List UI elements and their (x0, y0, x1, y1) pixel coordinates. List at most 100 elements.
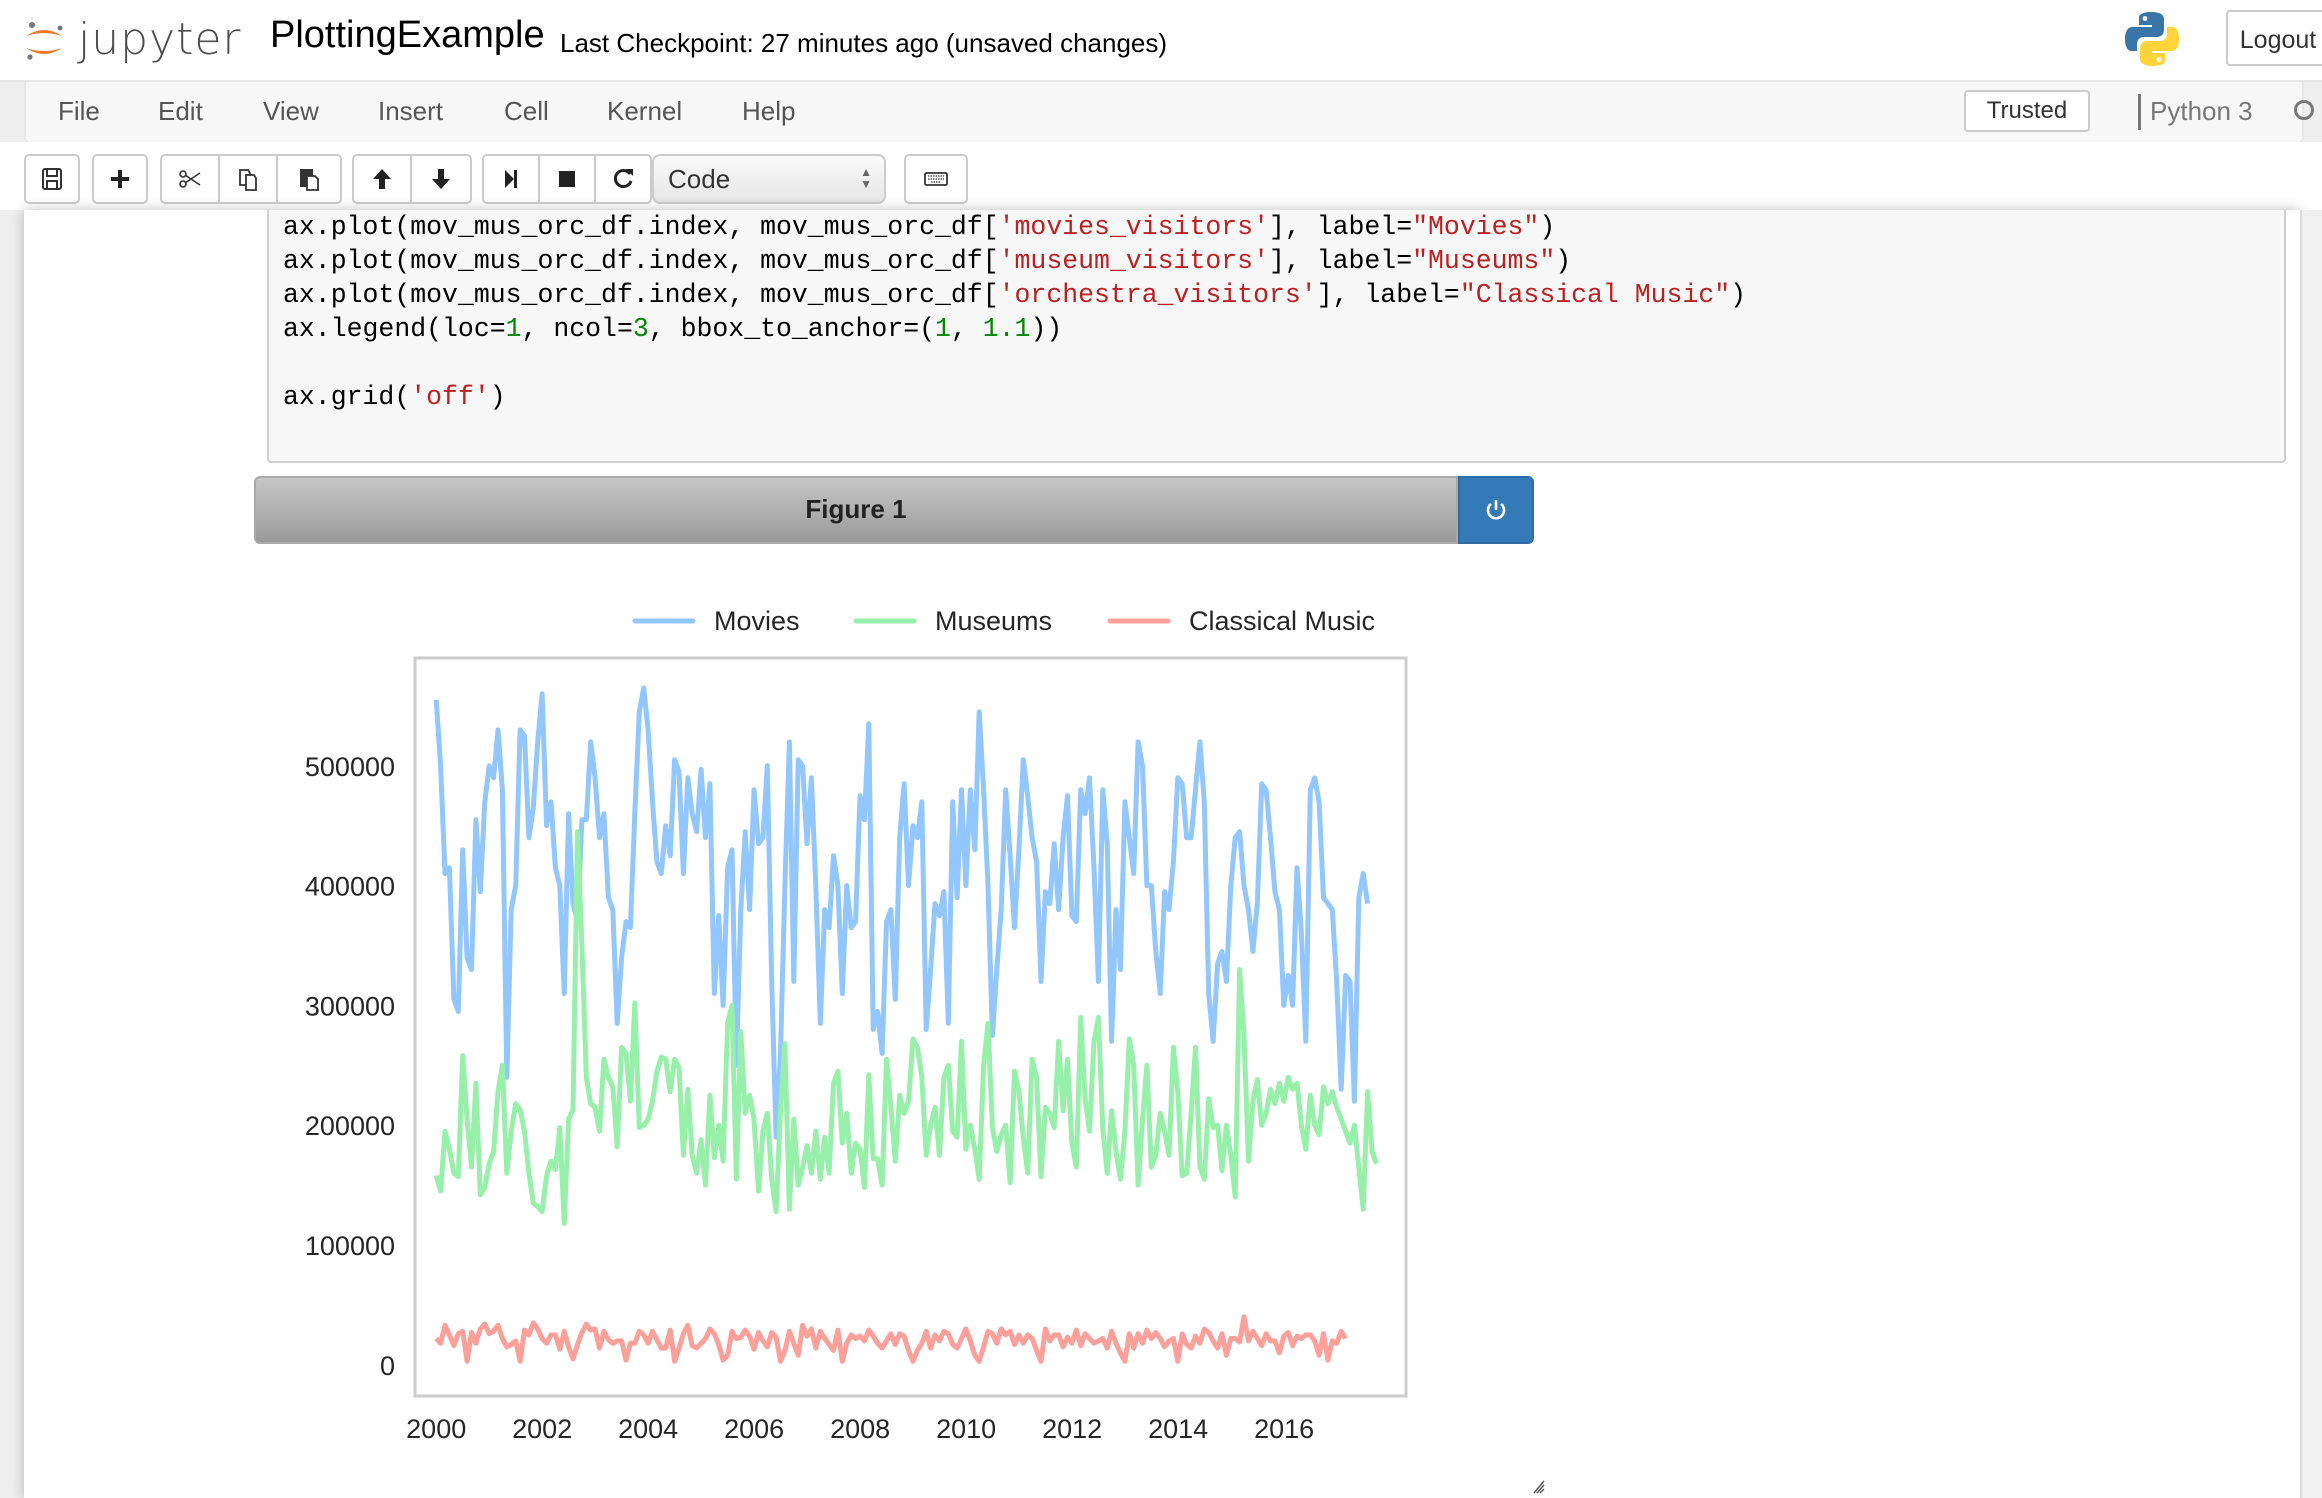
code-line: ax.plot(mov_mus_orc_df.index, mov_mus_or… (283, 278, 1746, 312)
menu-edit[interactable]: Edit (158, 96, 203, 127)
code-token: ) (489, 382, 506, 412)
kernel-idle-indicator-icon (2294, 100, 2314, 120)
code-token: ) (1539, 212, 1556, 242)
plus-icon (111, 170, 129, 188)
code-number: 1 (505, 314, 522, 344)
select-arrows-icon: ▲ ▼ (860, 165, 872, 191)
plot-area-frame (413, 656, 1408, 1398)
python-logo-icon (2125, 12, 2179, 66)
series-line-movies (433, 685, 1371, 1140)
move-up-button[interactable] (352, 154, 412, 204)
copy-button[interactable] (218, 154, 278, 204)
menu-view[interactable]: View (263, 96, 319, 127)
x-tick-label: 2012 (1042, 1414, 1102, 1444)
code-line: ax.grid('off') (283, 380, 506, 414)
code-token: )) (1030, 314, 1063, 344)
code-line: ax.legend(loc=1, ncol=3, bbox_to_anchor=… (283, 312, 1062, 346)
copy-icon (239, 169, 257, 191)
y-tick-label: 100000 (305, 1231, 395, 1261)
figure-header[interactable]: Figure 1 (254, 476, 1458, 544)
jupyter-logo-icon (26, 22, 63, 60)
code-number: 3 (632, 314, 649, 344)
run-button[interactable] (482, 154, 540, 204)
paste-icon (300, 169, 319, 191)
interrupt-button[interactable] (538, 154, 596, 204)
x-tick-label: 2000 (406, 1414, 466, 1444)
cell-type-select[interactable]: Code ▲ ▼ (652, 154, 886, 204)
arrow-up-icon (373, 169, 391, 189)
paste-button[interactable] (276, 154, 342, 204)
step-forward-icon (505, 170, 517, 188)
page-scrollbar[interactable] (2300, 210, 2322, 1498)
header: jupyter PlottingExample Last Checkpoint:… (0, 0, 2322, 82)
chart-legend: Movies Museums Classical Music (632, 606, 1375, 636)
toolbar: Code ▲ ▼ (0, 142, 2322, 210)
checkpoint-status: Last Checkpoint: 27 minutes ago (unsaved… (560, 28, 1168, 58)
menu-file[interactable]: File (58, 96, 100, 127)
menu-cell[interactable]: Cell (504, 96, 549, 127)
menu-help[interactable]: Help (742, 96, 795, 127)
command-palette-button[interactable] (904, 154, 968, 204)
code-token: ax.plot(mov_mus_orc_df.index, mov_mus_or… (283, 212, 999, 242)
x-tick-label: 2010 (936, 1414, 996, 1444)
jupyter-wordmark: jupyter (78, 14, 242, 65)
logout-button[interactable]: Logout (2226, 10, 2322, 66)
series-line-museums (433, 829, 1379, 1226)
code-string: 'movies_visitors' (998, 212, 1269, 242)
code-token: , bbox_to_anchor=( (648, 314, 936, 344)
x-tick-label: 2008 (830, 1414, 890, 1444)
figure-title: Figure 1 (805, 494, 907, 524)
code-cell-input[interactable]: ax.plot(mov_mus_orc_df.index, mov_mus_or… (267, 210, 2286, 463)
menu-insert[interactable]: Insert (378, 96, 443, 127)
x-tick-label: 2002 (512, 1414, 572, 1444)
y-tick-label: 500000 (305, 752, 395, 782)
x-tick-label: 2006 (724, 1414, 784, 1444)
legend-label: Classical Music (1189, 606, 1375, 636)
x-tick-label: 2014 (1148, 1414, 1208, 1444)
kernel-separator (2138, 94, 2141, 130)
code-string: 'orchestra_visitors' (998, 280, 1317, 310)
code-token: ax.plot(mov_mus_orc_df.index, mov_mus_or… (283, 280, 999, 310)
code-token: ], label= (1268, 212, 1413, 242)
code-token: ax.grid( (283, 382, 411, 412)
figure-resize-handle-icon[interactable] (1532, 1480, 1546, 1494)
notebook-container: ax.plot(mov_mus_orc_df.index, mov_mus_or… (24, 210, 2300, 1498)
save-button[interactable] (24, 154, 80, 204)
y-tick-label: 300000 (305, 991, 395, 1021)
code-line: ax.plot(mov_mus_orc_df.index, mov_mus_or… (283, 210, 1555, 244)
code-token: ax.legend(loc= (283, 314, 506, 344)
cell-type-value: Code (668, 164, 731, 194)
keyboard-icon (924, 172, 948, 186)
figure-close-button[interactable] (1458, 476, 1534, 544)
scissors-icon (179, 170, 201, 188)
cut-button[interactable] (160, 154, 220, 204)
y-tick-label: 0 (380, 1351, 395, 1381)
code-string: 'off' (410, 382, 490, 412)
refresh-icon (613, 169, 633, 188)
insert-cell-button[interactable] (92, 154, 148, 204)
trusted-indicator[interactable]: Trusted (1964, 90, 2090, 132)
legend-label: Movies (714, 606, 800, 636)
notebook-name[interactable]: PlottingExample (270, 14, 545, 57)
code-line: ax.plot(mov_mus_orc_df.index, mov_mus_or… (283, 244, 1571, 278)
code-number: 1 (935, 314, 951, 344)
legend-label: Museums (935, 606, 1052, 636)
kernel-name[interactable]: Python 3 (2150, 96, 2253, 127)
code-token: , ncol= (521, 314, 633, 344)
x-tick-label: 2004 (618, 1414, 678, 1444)
series-line-classical-music (434, 1314, 1348, 1364)
x-tick-label: 2016 (1254, 1414, 1314, 1444)
jupyter-logo[interactable]: jupyter (22, 12, 242, 70)
menubar: File Edit View Insert Cell Kernel Help T… (24, 82, 2314, 144)
y-tick-label: 400000 (305, 872, 395, 902)
code-string: "Museums" (1412, 246, 1556, 276)
code-string: "Classical Music" (1459, 280, 1731, 310)
move-down-button[interactable] (410, 154, 472, 204)
code-token: ], label= (1316, 280, 1460, 310)
y-tick-label: 200000 (305, 1111, 395, 1141)
restart-button[interactable] (594, 154, 652, 204)
code-string: "Movies" (1412, 212, 1540, 242)
menu-kernel[interactable]: Kernel (607, 96, 682, 127)
power-icon (1486, 500, 1506, 520)
code-token: ) (1730, 280, 1747, 310)
